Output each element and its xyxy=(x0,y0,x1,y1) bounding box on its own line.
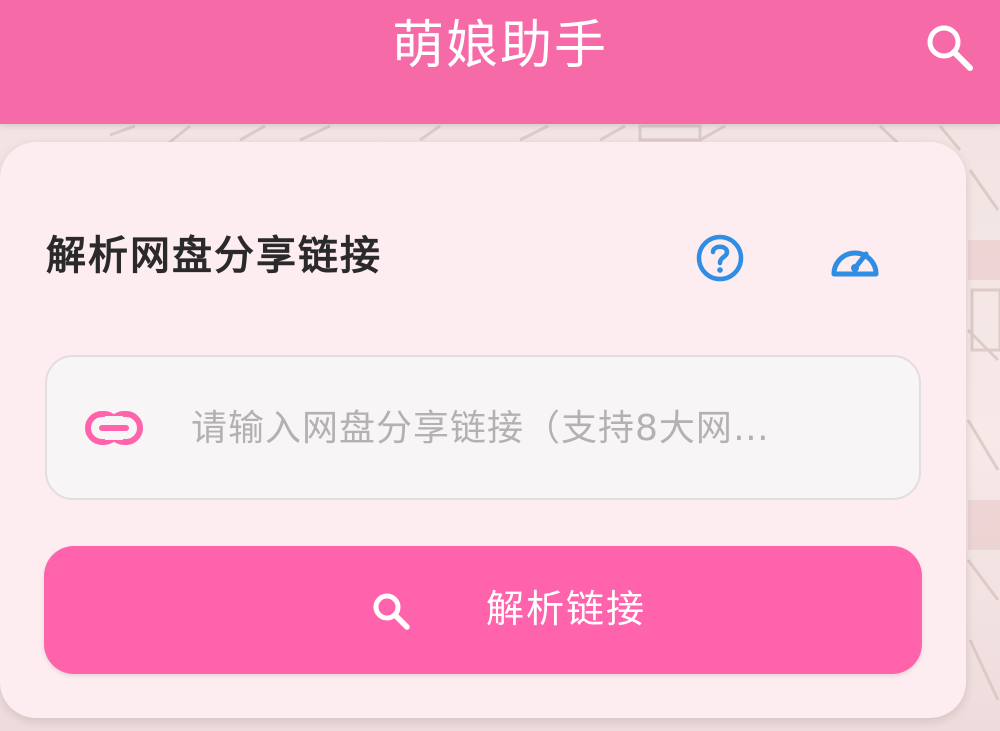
app-bar: 萌娘助手 xyxy=(0,0,1000,124)
parse-button-label: 解析链接 xyxy=(486,587,647,631)
card-title: 解析网盘分享链接 xyxy=(46,233,382,279)
parse-link-button[interactable]: 解析链接 xyxy=(44,546,922,674)
speedometer-icon[interactable] xyxy=(826,230,884,286)
help-circle-icon[interactable] xyxy=(692,230,748,286)
search-icon xyxy=(370,590,412,632)
app-title: 萌娘助手 xyxy=(391,16,608,76)
search-icon[interactable] xyxy=(922,20,978,76)
share-link-field xyxy=(45,355,921,500)
link-icon xyxy=(85,409,143,447)
share-link-input[interactable] xyxy=(191,395,851,461)
